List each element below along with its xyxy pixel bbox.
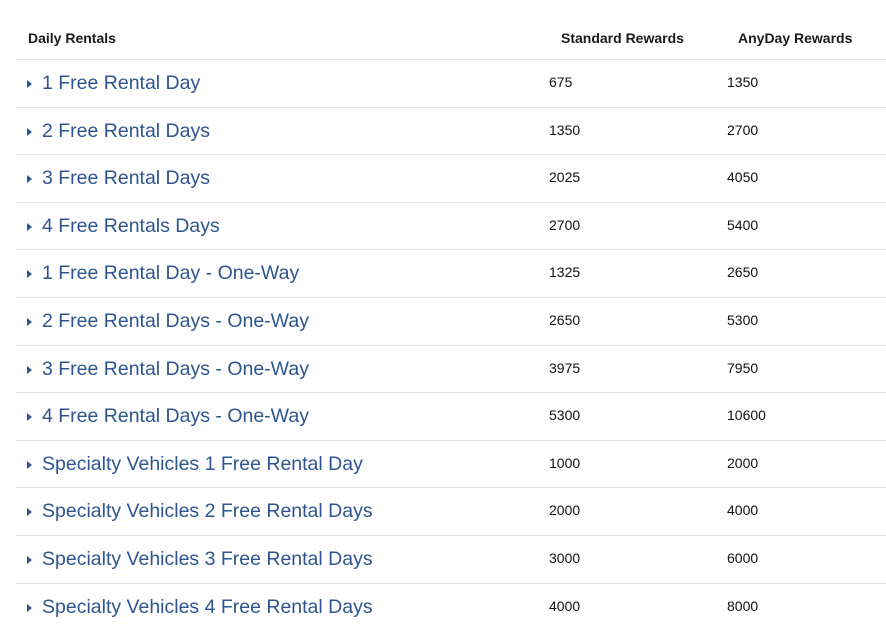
rewards-table: Daily Rentals Standard Rewards AnyDay Re… <box>16 14 886 630</box>
row-label[interactable]: 1 Free Rental Day <box>42 72 200 95</box>
row-label[interactable]: Specialty Vehicles 3 Free Rental Days <box>42 548 373 571</box>
caret-right-icon <box>27 80 32 88</box>
table-row[interactable]: Specialty Vehicles 1 Free Rental Day 100… <box>16 441 886 489</box>
row-label[interactable]: Specialty Vehicles 4 Free Rental Days <box>42 596 373 619</box>
anyday-rewards-value: 4050 <box>727 169 759 186</box>
table-row[interactable]: Specialty Vehicles 2 Free Rental Days 20… <box>16 488 886 536</box>
table-row[interactable]: 2 Free Rental Days - One-Way 2650 5300 <box>16 298 886 346</box>
anyday-rewards-value: 2700 <box>727 121 759 138</box>
caret-right-icon <box>27 317 32 326</box>
standard-rewards-value: 4000 <box>549 597 581 614</box>
anyday-rewards-value: 8000 <box>727 597 759 614</box>
table-row[interactable]: 2 Free Rental Days 1350 2700 <box>16 108 886 156</box>
anyday-rewards-value: 5300 <box>727 311 759 328</box>
row-label[interactable]: 2 Free Rental Days <box>42 120 210 143</box>
caret-right-icon <box>27 603 32 612</box>
anyday-rewards-value: 5400 <box>727 216 759 233</box>
row-label[interactable]: Specialty Vehicles 2 Free Rental Days <box>42 500 373 523</box>
row-label[interactable]: 2 Free Rental Days - One-Way <box>42 310 309 333</box>
standard-rewards-value: 2025 <box>549 169 581 186</box>
table-row[interactable]: 4 Free Rentals Days 2700 5400 <box>16 203 886 251</box>
anyday-rewards-value: 2000 <box>727 454 759 471</box>
anyday-rewards-value: 10600 <box>727 407 766 424</box>
caret-right-icon <box>27 270 32 279</box>
table-row[interactable]: 4 Free Rental Days - One-Way 5300 10600 <box>16 393 886 441</box>
table-row[interactable]: 1 Free Rental Day - One-Way 1325 2650 <box>16 250 886 298</box>
standard-rewards-value: 5300 <box>549 407 581 424</box>
standard-rewards-value: 2700 <box>549 216 581 233</box>
standard-rewards-value: 2650 <box>549 311 581 328</box>
caret-right-icon <box>27 222 32 231</box>
anyday-rewards-value: 6000 <box>727 549 759 566</box>
caret-right-icon <box>27 127 32 136</box>
standard-rewards-value: 1350 <box>549 121 581 138</box>
table-row[interactable]: 3 Free Rental Days 2025 4050 <box>16 155 886 203</box>
standard-rewards-value: 1000 <box>549 454 581 471</box>
table-row[interactable]: Specialty Vehicles 4 Free Rental Days 40… <box>16 584 886 630</box>
row-label[interactable]: 1 Free Rental Day - One-Way <box>42 262 299 285</box>
header-daily-rentals: Daily Rentals <box>28 30 116 46</box>
anyday-rewards-value: 1350 <box>727 74 759 90</box>
row-label[interactable]: 3 Free Rental Days - One-Way <box>42 358 309 381</box>
anyday-rewards-value: 2650 <box>727 264 759 281</box>
caret-right-icon <box>27 365 32 374</box>
standard-rewards-value: 2000 <box>549 502 581 519</box>
header-standard-rewards: Standard Rewards <box>561 30 684 46</box>
table-row[interactable]: 1 Free Rental Day 675 1350 <box>16 60 886 108</box>
caret-right-icon <box>27 413 32 422</box>
caret-right-icon <box>27 508 32 517</box>
table-row[interactable]: Specialty Vehicles 3 Free Rental Days 30… <box>16 536 886 584</box>
row-label[interactable]: 3 Free Rental Days <box>42 167 210 190</box>
row-label[interactable]: Specialty Vehicles 1 Free Rental Day <box>42 453 363 476</box>
table-header: Daily Rentals Standard Rewards AnyDay Re… <box>16 14 886 60</box>
standard-rewards-value: 1325 <box>549 264 581 281</box>
standard-rewards-value: 3975 <box>549 359 581 376</box>
anyday-rewards-value: 7950 <box>727 359 759 376</box>
row-label[interactable]: 4 Free Rentals Days <box>42 215 220 238</box>
anyday-rewards-value: 4000 <box>727 502 759 519</box>
standard-rewards-value: 675 <box>549 74 573 90</box>
caret-right-icon <box>27 175 32 184</box>
caret-right-icon <box>27 460 32 469</box>
standard-rewards-value: 3000 <box>549 549 581 566</box>
caret-right-icon <box>27 555 32 564</box>
table-row[interactable]: 3 Free Rental Days - One-Way 3975 7950 <box>16 346 886 394</box>
header-anyday-rewards: AnyDay Rewards <box>738 30 853 46</box>
row-label[interactable]: 4 Free Rental Days - One-Way <box>42 405 309 428</box>
